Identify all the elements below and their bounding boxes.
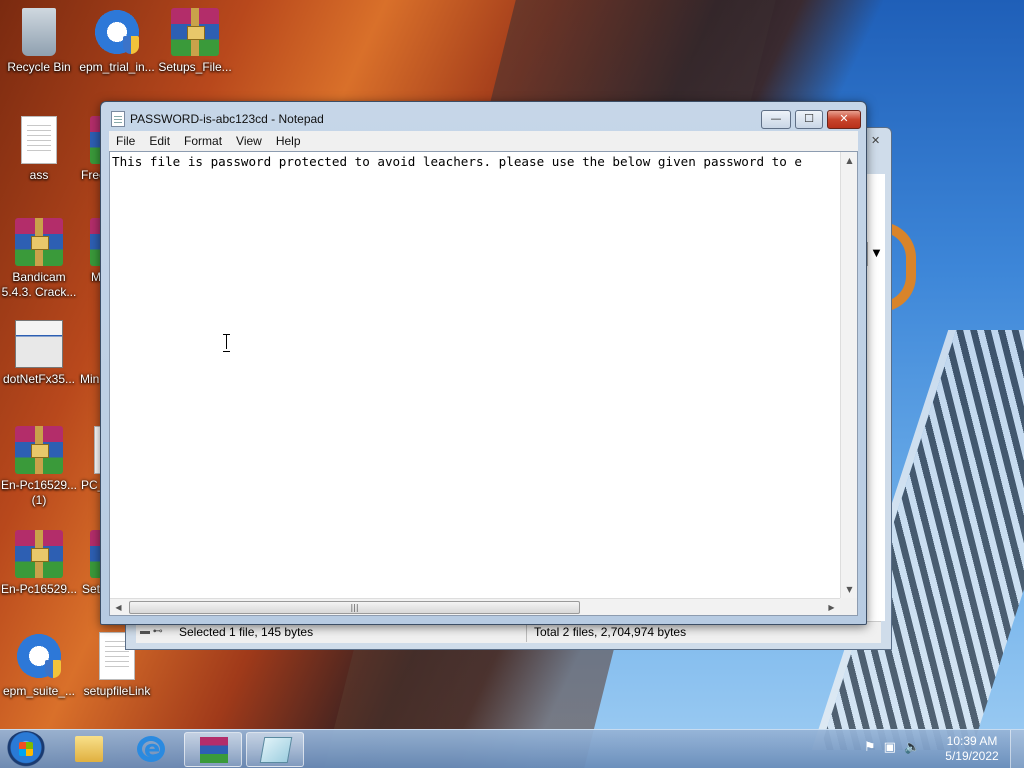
maximize-icon: ☐ [804, 112, 814, 125]
close-icon: ✕ [839, 112, 849, 125]
desktop-icon-ass[interactable]: ass [0, 116, 78, 183]
window-title: PASSWORD-is-abc123cd - Notepad [130, 112, 324, 126]
desktop-icon-set[interactable]: Set [78, 530, 102, 597]
blank-icon [78, 320, 102, 368]
menu-file[interactable]: File [109, 131, 142, 151]
desktop-icon-bandicam[interactable]: Bandicam 5.4.3. Crack... [0, 218, 78, 300]
desktop-icon-label: ass [29, 168, 49, 182]
notepad-icon [111, 111, 125, 127]
menu-view[interactable]: View [229, 131, 269, 151]
status-separator [526, 624, 527, 642]
winrar-archive-icon [15, 530, 63, 578]
desktop-icon-label: epm_trial_in... [79, 60, 155, 74]
desktop-icon-m[interactable]: M [78, 218, 102, 285]
desktop-icon-label: epm_suite_... [2, 684, 76, 698]
document-text[interactable]: This file is password protected to avoid… [110, 152, 840, 598]
menu-format[interactable]: Format [177, 131, 229, 151]
notepad-window[interactable]: PASSWORD-is-abc123cd - Notepad — ☐ ✕ Fil… [100, 101, 867, 625]
desktop-icon-label: Bandicam 5.4.3. Crack... [1, 270, 77, 299]
clock-date: 5/19/2022 [945, 749, 999, 763]
winrar-archive-icon [15, 218, 63, 266]
taskbar-winrar[interactable] [184, 732, 242, 767]
desktop-icon-label: setupfileLink [83, 684, 151, 698]
desktop-icon-dotnetfx35[interactable]: dotNetFx35... [0, 320, 78, 387]
minimize-icon: — [770, 112, 782, 125]
status-selected: Selected 1 file, 145 bytes [179, 625, 314, 639]
winrar-archive-icon [171, 8, 219, 56]
minimize-button[interactable]: — [761, 110, 791, 129]
winrar-icon [200, 737, 228, 763]
desktop-icon-epm-suite[interactable]: epm_suite_... [0, 632, 78, 699]
internet-explorer-icon [137, 735, 165, 763]
taskbar-windows-explorer[interactable] [60, 732, 118, 767]
status-total: Total 2 files, 2,704,974 bytes [534, 625, 687, 639]
desktop-icon-min[interactable]: Min [78, 320, 102, 387]
scroll-right-icon[interactable]: ▶ [823, 599, 840, 616]
show-desktop-button[interactable] [1010, 730, 1024, 768]
title-bar[interactable]: PASSWORD-is-abc123cd - Notepad — ☐ ✕ [101, 102, 866, 130]
text-editor[interactable]: This file is password protected to avoid… [109, 151, 858, 616]
winrar-archive-icon [15, 426, 63, 474]
epm-installer-icon [15, 632, 63, 680]
folder-icon [75, 736, 103, 762]
drive-key-icon: ▬ ⊷ [140, 626, 163, 637]
desktop-icon-label: En-Pc16529... [0, 582, 78, 596]
volume-icon[interactable]: 🔈 [904, 740, 920, 760]
desktop-icon-recycle-bin[interactable]: Recycle Bin [0, 8, 78, 75]
text-cursor-icon [222, 333, 232, 352]
desktop-icon-en-pc-1[interactable]: En-Pc16529... (1) [0, 426, 78, 508]
menu-bar: File Edit Format View Help [109, 131, 858, 151]
recycle-bin-icon [22, 8, 56, 56]
horizontal-scrollbar[interactable]: ◀ ||| ▶ [110, 598, 840, 615]
desktop-icon-pc[interactable]: PC_ [78, 426, 102, 493]
installer-icon [15, 320, 63, 368]
start-button[interactable] [6, 731, 46, 768]
desktop-icon-label: Min [80, 372, 100, 386]
menu-help[interactable]: Help [269, 131, 308, 151]
desktop-icon-label: Set [82, 582, 101, 596]
desktop-icon-label: Recycle Bin [7, 60, 71, 74]
desktop-icon-label: M [91, 270, 101, 284]
desktop-icon-epm-trial[interactable]: epm_trial_in... [78, 8, 156, 75]
desktop-icon-setups-file[interactable]: Setups_File... [156, 8, 234, 75]
taskbar: ⚑ ▣ 🔈 10:39 AM 5/19/2022 [0, 729, 1024, 768]
taskbar-notepad[interactable] [246, 732, 304, 767]
desktop-icon-label: PC_ [81, 478, 102, 492]
vertical-scrollbar[interactable]: ▲ ▼ [840, 152, 857, 598]
clock[interactable]: 10:39 AM 5/19/2022 [942, 734, 1002, 764]
desktop-icon-free[interactable]: Free [78, 116, 102, 183]
maximize-button[interactable]: ☐ [795, 110, 823, 129]
notepad-icon [259, 737, 293, 763]
desktop-icon-label: Setups_File... [158, 60, 232, 74]
desktop-icon-en-pc-2[interactable]: En-Pc16529... [0, 530, 78, 597]
menu-edit[interactable]: Edit [142, 131, 177, 151]
scroll-up-icon[interactable]: ▲ [841, 152, 858, 169]
chevron-down-icon[interactable]: ▼ [867, 242, 885, 266]
close-icon[interactable]: ✕ [871, 134, 885, 148]
size-grip [840, 598, 857, 615]
epm-installer-icon [93, 8, 141, 56]
desktop-icon-label: Free [81, 168, 102, 182]
close-button[interactable]: ✕ [827, 110, 861, 129]
desktop-icon-label: dotNetFx35... [2, 372, 76, 386]
desktop-icon-label: En-Pc16529... (1) [0, 478, 78, 507]
scroll-thumb[interactable]: ||| [129, 601, 580, 614]
system-tray: ⚑ ▣ 🔈 [864, 740, 934, 760]
network-icon[interactable]: ▣ [884, 740, 896, 760]
clock-time: 10:39 AM [946, 734, 998, 748]
text-file-icon [21, 116, 57, 164]
scroll-left-icon[interactable]: ◀ [110, 599, 127, 616]
scroll-down-icon[interactable]: ▼ [841, 581, 858, 598]
taskbar-internet-explorer[interactable] [122, 732, 180, 767]
flag-icon[interactable]: ⚑ [864, 740, 876, 760]
